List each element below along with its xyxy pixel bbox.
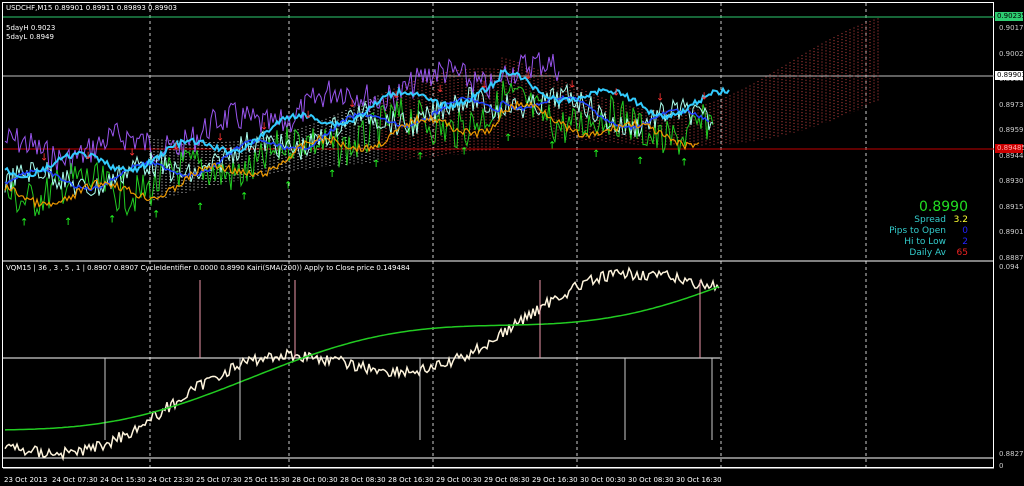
pips-to-open-value: 0 <box>962 226 968 236</box>
time-axis-label: 30 Oct 08:30 <box>628 476 674 484</box>
time-axis-label: 24 Oct 15:30 <box>100 476 146 484</box>
up-arrow-icon: ↑ <box>592 149 600 160</box>
price-axis-label: 0.89155 <box>999 202 1024 211</box>
up-arrow-icon: ↑ <box>416 151 424 162</box>
time-axis-label: 24 Oct 23:30 <box>148 476 194 484</box>
up-arrow-icon: ↑ <box>372 159 380 170</box>
hi-to-low-label: Hi to Low <box>904 237 946 247</box>
down-arrow-icon: ↓ <box>84 151 92 162</box>
up-arrow-icon: ↑ <box>636 156 644 167</box>
price-axis-label: 0.90025 <box>999 49 1024 58</box>
daily-avg-value: 65 <box>956 248 968 258</box>
price-axis-label: 0.89010 <box>999 228 1024 236</box>
price-axis-label: 0.88870 <box>999 253 1024 262</box>
down-arrow-icon: ↓ <box>436 84 444 95</box>
low-price-tag: 0.89485 <box>995 144 1024 153</box>
up-arrow-icon: ↑ <box>680 158 688 169</box>
hi-to-low-value: 2 <box>962 237 968 247</box>
down-arrow-icon: ↓ <box>568 79 576 90</box>
price-axis-label: 0.89590 <box>999 126 1024 134</box>
down-arrow-icon: ↓ <box>40 152 48 163</box>
up-arrow-icon: ↑ <box>108 215 116 226</box>
five-day-high-label: 5dayH 0.9023 <box>6 24 56 32</box>
price-axis-label: 0.90170 <box>999 24 1024 32</box>
indicator-axis-bottom: 0.8827 <box>999 450 1024 458</box>
up-arrow-icon: ↑ <box>284 180 292 191</box>
up-arrow-icon: ↑ <box>196 202 204 213</box>
time-axis-label: 28 Oct 00:30 <box>292 476 338 484</box>
up-arrow-icon: ↑ <box>240 192 248 203</box>
up-arrow-icon: ↑ <box>20 217 28 228</box>
time-axis-label: 25 Oct 15:30 <box>244 476 290 484</box>
up-arrow-icon: ↑ <box>504 133 512 144</box>
time-axis-label: 30 Oct 16:30 <box>676 476 722 484</box>
time-axis-label: 23 Oct 2013 <box>4 476 48 484</box>
down-arrow-icon: ↓ <box>216 132 224 143</box>
time-axis-label: 28 Oct 08:30 <box>340 476 386 484</box>
price-axis-label: 0.89735 <box>999 100 1024 109</box>
time-axis-label: 29 Oct 00:30 <box>436 476 482 484</box>
up-arrow-icon: ↑ <box>152 210 160 221</box>
price-line <box>4 80 714 217</box>
up-arrow-icon: ↑ <box>460 147 468 158</box>
down-arrow-icon: ↓ <box>348 99 356 110</box>
up-arrow-icon: ↑ <box>548 140 556 151</box>
spread-value: 3.2 <box>953 215 968 225</box>
indicator-axis-top: 0.094 <box>999 263 1020 271</box>
time-axis-label: 25 Oct 07:30 <box>196 476 242 484</box>
daily-avg-label: Daily Av <box>909 248 946 258</box>
down-arrow-icon: ↓ <box>304 110 312 121</box>
down-arrow-icon: ↓ <box>612 88 620 99</box>
pips-to-open-label: Pips to Open <box>889 226 946 236</box>
price-axis-label: 0.89300 <box>999 177 1024 185</box>
spread-label: Spread <box>914 215 946 225</box>
info-current-price: 0.8990 <box>919 199 968 215</box>
down-arrow-icon: ↓ <box>524 71 532 82</box>
time-axis-label: 30 Oct 00:30 <box>580 476 626 484</box>
blue-ma-line <box>4 94 710 192</box>
down-arrow-icon: ↓ <box>480 80 488 91</box>
indicator-header: VQM15 | 36 , 3 , 5 , 1 | 0.8907 0.8907 C… <box>6 264 410 272</box>
up-arrow-icon: ↑ <box>64 217 72 228</box>
time-axis-label: 29 Oct 16:30 <box>532 476 578 484</box>
up-arrow-icon: ↑ <box>328 169 336 180</box>
down-arrow-icon: ↓ <box>128 148 136 159</box>
down-arrow-icon: ↓ <box>700 91 708 102</box>
down-arrow-icon: ↓ <box>260 122 268 133</box>
down-arrow-icon: ↓ <box>392 90 400 101</box>
price-chart-canvas[interactable]: ↑ ↓ ↑ ↓ ↑ ↓ ↑ ↓ ↑ ↓ ↑ ↓ ↑ ↓ ↑ ↓ ↑ ↓ ↑ ↓ ↑ ↓ ↑ ↓ ↑ ↓ ↑ ↓ ↑ ↓ ↑ ↓ <box>0 0 1024 486</box>
current-price-tag: 0.89903 <box>995 71 1024 80</box>
vqm-line <box>4 266 720 462</box>
time-axis-label: 24 Oct 07:30 <box>52 476 98 484</box>
high-price-tag: 0.90235 <box>995 12 1024 21</box>
chart-symbol-header: USDCHF,M15 0.89901 0.89911 0.89893 0.899… <box>6 4 177 12</box>
sub-panel-axis-label: 0 <box>999 462 1004 470</box>
five-day-low-label: 5dayL 0.8949 <box>6 33 54 41</box>
down-arrow-icon: ↓ <box>656 92 664 103</box>
time-axis-label: 28 Oct 16:30 <box>388 476 434 484</box>
down-arrow-icon: ↓ <box>172 141 180 152</box>
time-axis-label: 29 Oct 08:30 <box>484 476 530 484</box>
